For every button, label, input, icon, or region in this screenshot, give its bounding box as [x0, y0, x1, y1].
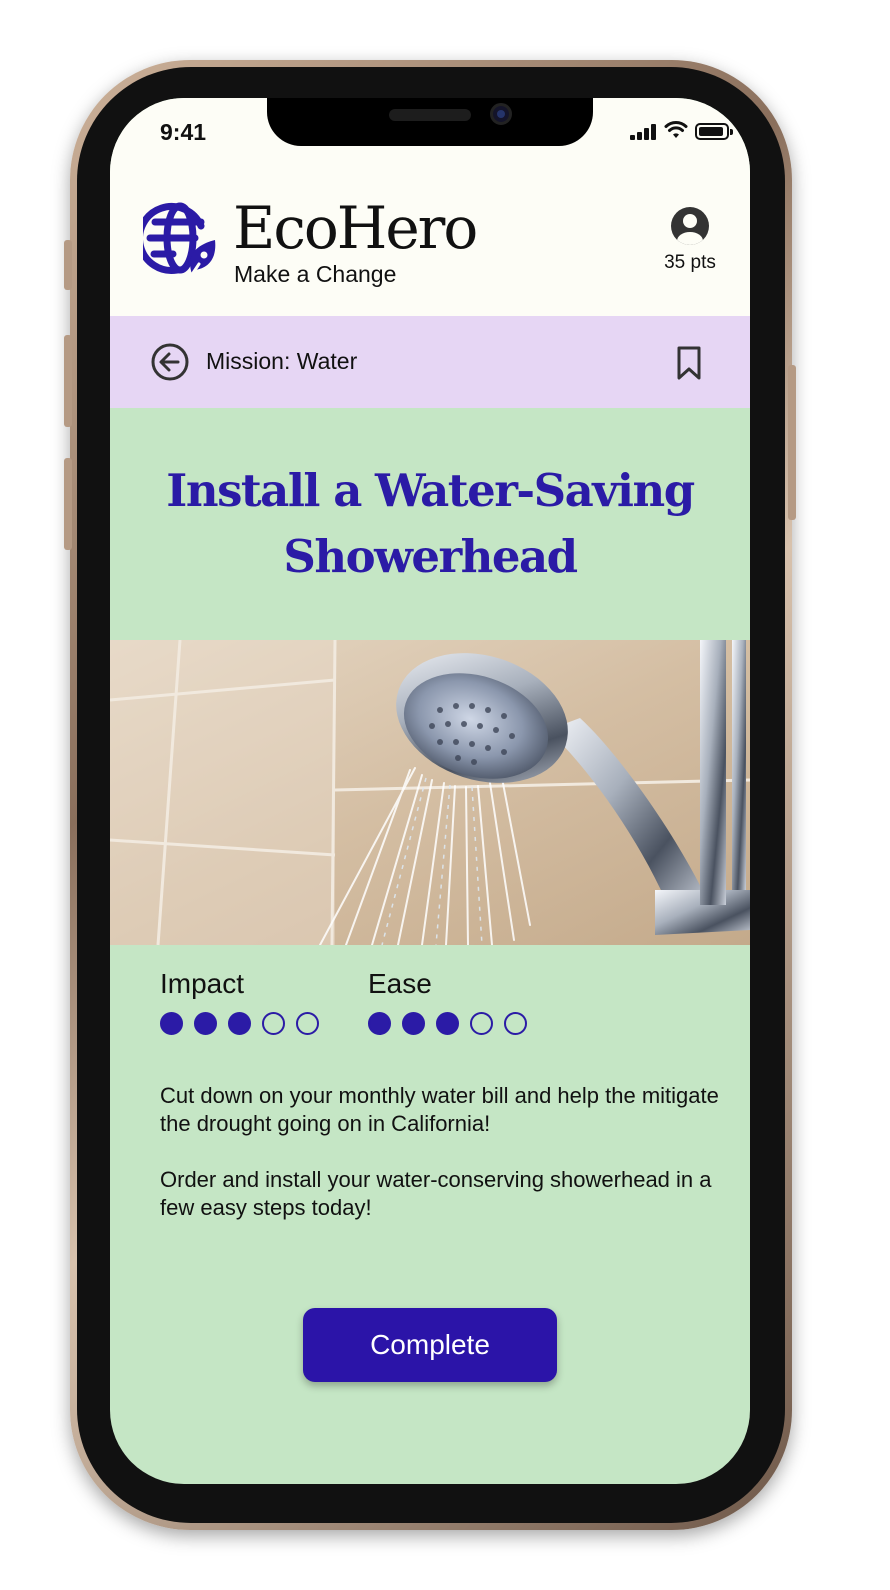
rating-dot-filled: [160, 1012, 183, 1035]
cellular-signal-icon: [630, 124, 658, 140]
volume-up-button: [64, 335, 72, 427]
battery-icon: [695, 123, 733, 140]
mission-bar: Mission: Water: [110, 316, 750, 408]
app-name: EcoHero: [233, 194, 478, 262]
impact-dots: [160, 1012, 319, 1035]
earpiece-speaker: [389, 109, 471, 121]
ease-label: Ease: [368, 968, 432, 999]
user-avatar-icon[interactable]: [670, 206, 710, 246]
description-paragraph: Order and install your water-conserving …: [160, 1167, 712, 1220]
rating-dot-filled: [228, 1012, 251, 1035]
mute-switch: [64, 240, 72, 290]
impact-rating: Impact: [160, 968, 319, 1035]
phone-screen: 9:41 EcoHero Make a Change 35 pts Missio…: [110, 98, 750, 1484]
phone-notch: [267, 98, 593, 146]
showerhead-photo: [110, 640, 750, 945]
rating-dot-filled: [368, 1012, 391, 1035]
rating-dot-filled: [402, 1012, 425, 1035]
rating-dot-empty: [296, 1012, 319, 1035]
mission-headline: Install a Water-Saving Showerhead: [166, 464, 695, 583]
rating-dot-filled: [194, 1012, 217, 1035]
bookmark-icon[interactable]: [674, 345, 704, 381]
wifi-icon: [664, 121, 688, 138]
globe-leaf-logo-icon: [143, 202, 216, 278]
ease-rating: Ease: [368, 968, 527, 1035]
impact-label: Impact: [160, 968, 245, 999]
profile-button[interactable]: 35 pts: [660, 206, 720, 274]
rating-dot-filled: [436, 1012, 459, 1035]
rating-dot-empty: [470, 1012, 493, 1035]
rating-dot-empty: [262, 1012, 285, 1035]
power-button: [788, 365, 796, 520]
app-header: EcoHero Make a Change 35 pts: [110, 168, 750, 316]
ease-dots: [368, 1012, 527, 1035]
rating-dot-empty: [504, 1012, 527, 1035]
app-tagline: Make a Change: [234, 261, 397, 287]
status-time: 9:41: [160, 119, 207, 145]
points-label: 35 pts: [664, 252, 716, 273]
back-arrow-icon[interactable]: [150, 342, 190, 382]
volume-down-button: [64, 458, 72, 550]
front-camera: [490, 103, 512, 125]
description-paragraph: Cut down on your monthly water bill and …: [160, 1083, 719, 1136]
complete-button[interactable]: Complete: [303, 1308, 557, 1382]
mission-title: Mission: Water: [206, 348, 358, 374]
